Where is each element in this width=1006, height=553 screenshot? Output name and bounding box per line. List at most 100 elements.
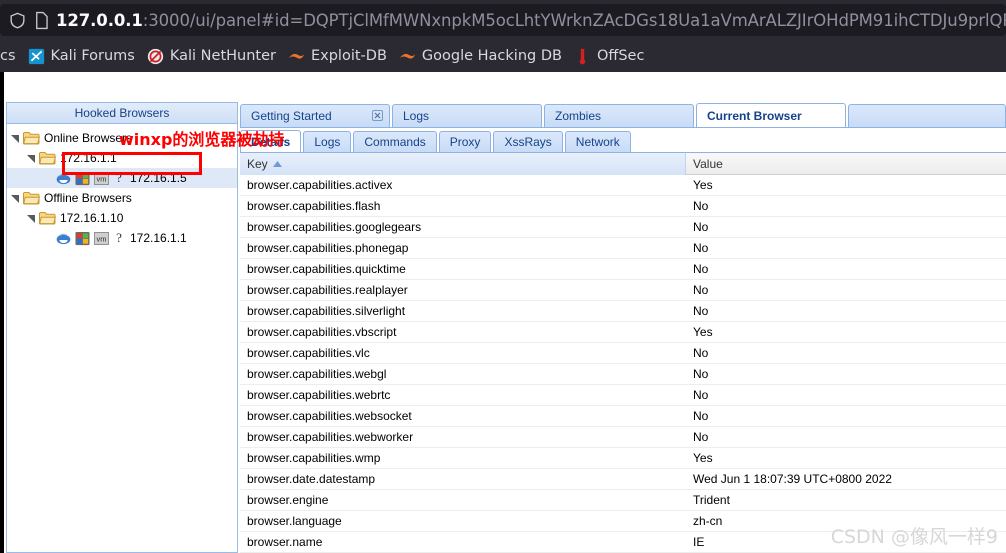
subtab-label: Commands	[364, 135, 426, 149]
cell-value: No	[693, 283, 709, 297]
expander-down-icon[interactable]	[7, 190, 23, 206]
cell-value: No	[693, 241, 709, 255]
close-icon[interactable]	[371, 109, 383, 121]
bookmarks-bar: cs Kali Forums Kali NetHunter Exploit-DB…	[0, 40, 1006, 72]
expander-down-icon[interactable]	[23, 150, 39, 166]
table-row[interactable]: browser.language zh-cn	[240, 511, 1006, 532]
column-header-key[interactable]: Key	[240, 153, 686, 175]
table-row[interactable]: browser.name IE	[240, 532, 1006, 553]
table-row[interactable]: browser.capabilities.vbscript Yes	[240, 322, 1006, 343]
cell-value: zh-cn	[693, 514, 723, 528]
cell-key: browser.capabilities.webworker	[247, 430, 414, 444]
bookmark-kali-forums[interactable]: Kali Forums	[24, 45, 143, 67]
bookmark-google-hacking-db[interactable]: Google Hacking DB	[395, 45, 570, 67]
tree-node-label: Offline Browsers	[44, 191, 132, 205]
subtab-proxy[interactable]: Proxy	[438, 131, 492, 152]
expander-down-icon[interactable]	[7, 130, 23, 146]
cell-value: No	[693, 430, 709, 444]
tree-node-label: 172.16.1.1	[60, 151, 117, 165]
table-row[interactable]: browser.capabilities.realplayer No	[240, 280, 1006, 301]
cell-key: browser.name	[247, 535, 323, 549]
subtab-xssrays[interactable]: XssRays	[493, 131, 563, 152]
tab-logs[interactable]: Logs	[392, 104, 542, 127]
hooked-browsers-panel: Hooked Browsers Online Browsers 172.16.1…	[6, 102, 238, 553]
bookmark-label: OffSec	[596, 48, 645, 64]
subtab-label: XssRays	[504, 135, 552, 149]
table-row[interactable]: browser.engine Trident	[240, 490, 1006, 511]
table-row[interactable]: browser.capabilities.vlc No	[240, 343, 1006, 364]
grid-body: browser.capabilities.activex Yes browser.c…	[240, 175, 1006, 553]
cell-value: No	[693, 367, 709, 381]
windows-icon	[74, 170, 90, 186]
vm-icon: vm	[93, 170, 109, 186]
tree-node-172-16-1-10[interactable]: 172.16.1.10	[7, 208, 237, 228]
address-bar[interactable]: 127.0.0.1:3000/ui/panel#id=DQPTjClMfMWNx…	[0, 4, 1006, 36]
bookmark-label: Kali Forums	[50, 48, 135, 64]
bookmark-exploit-db[interactable]: Exploit-DB	[284, 45, 395, 67]
table-row[interactable]: browser.capabilities.webworker No	[240, 427, 1006, 448]
table-row[interactable]: browser.capabilities.googlegears No	[240, 217, 1006, 238]
annotation-text: winxp的浏览器被劫持	[119, 130, 285, 149]
svg-text:vm: vm	[96, 174, 106, 183]
tab-getting-started[interactable]: Getting Started	[240, 104, 390, 127]
sub-tabbar: Details Logs Commands Proxy XssRays Netw…	[240, 128, 1006, 153]
cell-key: browser.capabilities.quicktime	[247, 262, 406, 276]
table-row[interactable]: browser.capabilities.activex Yes	[240, 175, 1006, 196]
cell-key: browser.engine	[247, 493, 329, 507]
bookmark-label: Google Hacking DB	[421, 48, 562, 64]
cell-key: browser.date.datestamp	[247, 472, 376, 486]
table-row[interactable]: browser.capabilities.quicktime No	[240, 259, 1006, 280]
googlehackingdb-icon	[399, 47, 417, 65]
cell-value: No	[693, 409, 709, 423]
bookmark-kali-nethunter[interactable]: Kali NetHunter	[143, 45, 284, 67]
subtab-label: Proxy	[449, 135, 481, 149]
url-text: 127.0.0.1:3000/ui/panel#id=DQPTjClMfMWNx…	[56, 11, 1006, 30]
tabbar-filler	[848, 104, 1006, 127]
cell-value: No	[693, 220, 709, 234]
table-row[interactable]: browser.capabilities.wmp Yes	[240, 448, 1006, 469]
exploitdb-icon	[288, 47, 306, 65]
cell-value: Yes	[693, 451, 713, 465]
cell-key: browser.capabilities.activex	[247, 178, 393, 192]
tree-node-label: 172.16.1.10	[60, 211, 124, 225]
details-grid: Key Value browser.capabilities.activex Ye…	[240, 153, 1006, 553]
nethunter-icon	[147, 47, 165, 65]
subtab-label: Logs	[314, 135, 341, 149]
cell-value: Trident	[693, 493, 730, 507]
tree-node-hooked-browser-172-16-1-5[interactable]: vm ? 172.16.1.5	[7, 168, 237, 188]
table-row[interactable]: browser.capabilities.webgl No	[240, 364, 1006, 385]
table-row[interactable]: browser.capabilities.flash No	[240, 196, 1006, 217]
table-row[interactable]: browser.capabilities.silverlight No	[240, 301, 1006, 322]
shield-icon[interactable]	[8, 11, 27, 30]
table-row[interactable]: browser.capabilities.webrtc No	[240, 385, 1006, 406]
tree-node-172-16-1-1[interactable]: 172.16.1.1	[7, 148, 237, 168]
cell-key: browser.capabilities.realplayer	[247, 283, 408, 297]
bookmark-cs[interactable]: cs	[0, 46, 24, 66]
table-row[interactable]: browser.capabilities.phonegap No	[240, 238, 1006, 259]
table-row[interactable]: browser.capabilities.websocket No	[240, 406, 1006, 427]
table-row[interactable]: browser.date.datestamp Wed Jun 1 18:07:39…	[240, 469, 1006, 490]
tab-label: Getting Started	[251, 109, 332, 123]
cell-key: browser.capabilities.websocket	[247, 409, 412, 423]
expander-down-icon[interactable]	[23, 210, 39, 226]
tab-label: Current Browser	[707, 108, 802, 123]
cell-key: browser.capabilities.webrtc	[247, 388, 391, 402]
subtab-commands[interactable]: Commands	[353, 131, 437, 152]
sort-ascending-icon	[272, 161, 282, 167]
subtab-label: Network	[575, 135, 620, 149]
tab-current-browser[interactable]: Current Browser	[696, 103, 846, 127]
subtab-logs[interactable]: Logs	[303, 131, 352, 152]
cell-key: browser.capabilities.vlc	[247, 346, 370, 360]
bookmark-offsec[interactable]: OffSec	[570, 45, 653, 67]
subtab-network[interactable]: Network	[564, 131, 631, 152]
bookmark-label: Kali NetHunter	[169, 48, 276, 64]
tree-node-hooked-browser-172-16-1-1[interactable]: vm ? 172.16.1.1	[7, 228, 237, 248]
tree-node-offline-browsers[interactable]: Offline Browsers	[7, 188, 237, 208]
bookmark-label: cs	[0, 48, 16, 64]
column-header-value[interactable]: Value	[686, 153, 1006, 175]
cell-key: browser.capabilities.silverlight	[247, 304, 406, 318]
cell-key: browser.language	[247, 514, 342, 528]
tab-label: Zombies	[555, 109, 602, 123]
tab-zombies[interactable]: Zombies	[544, 104, 694, 127]
panel-title: Hooked Browsers	[7, 103, 237, 124]
